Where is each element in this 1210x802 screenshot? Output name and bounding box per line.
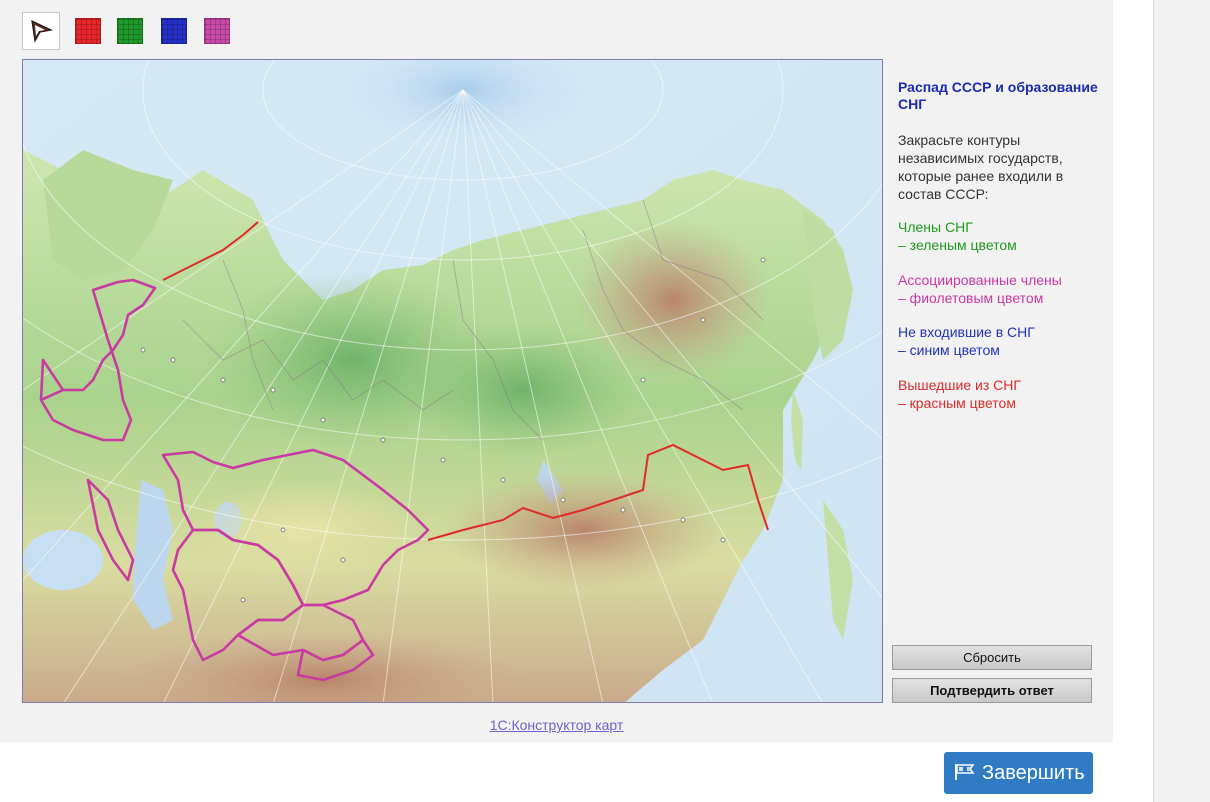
constructor-link[interactable]: 1С:Конструктор карт <box>0 717 1113 733</box>
task-instructions: Закрасьте контуры независимых государств… <box>898 132 1064 202</box>
cursor-arrow-icon <box>31 19 53 43</box>
green-swatch-tool[interactable] <box>117 18 143 44</box>
legend-line: – зеленым цветом <box>898 237 1017 253</box>
legend-line: – красным цветом <box>898 395 1016 411</box>
right-scroll-strip <box>1153 0 1210 802</box>
reset-button[interactable]: Сбросить <box>892 645 1092 670</box>
legend-associated-members: Ассоциированные члены – фиолетовым цвето… <box>898 271 1103 307</box>
flag-icon <box>954 754 976 796</box>
pointer-tool[interactable] <box>22 12 60 50</box>
legend-line: Члены СНГ <box>898 219 973 235</box>
confirm-answer-button[interactable]: Подтвердить ответ <box>892 678 1092 703</box>
legend-non-members: Не входившие в СНГ – синим цветом <box>898 323 1103 359</box>
task-title: Распад СССР и образование СНГ <box>898 79 1098 112</box>
legend-withdrawn: Вышедшие из СНГ – красным цветом <box>898 376 1103 412</box>
eurasia-map <box>23 60 882 702</box>
legend-line: – синим цветом <box>898 342 1000 358</box>
legend-line: Вышедшие из СНГ <box>898 377 1021 393</box>
finish-label: Завершить <box>982 762 1085 784</box>
finish-button[interactable]: Завершить <box>944 752 1093 794</box>
legend-line: Ассоциированные члены <box>898 272 1062 288</box>
map-canvas[interactable] <box>22 59 883 703</box>
blue-swatch-tool[interactable] <box>161 18 187 44</box>
legend-line: Не входившие в СНГ <box>898 324 1035 340</box>
red-swatch-tool[interactable] <box>75 18 101 44</box>
magenta-swatch-tool[interactable] <box>204 18 230 44</box>
legend-line: – фиолетовым цветом <box>898 290 1044 306</box>
legend-cis-members: Члены СНГ – зеленым цветом <box>898 218 1103 254</box>
